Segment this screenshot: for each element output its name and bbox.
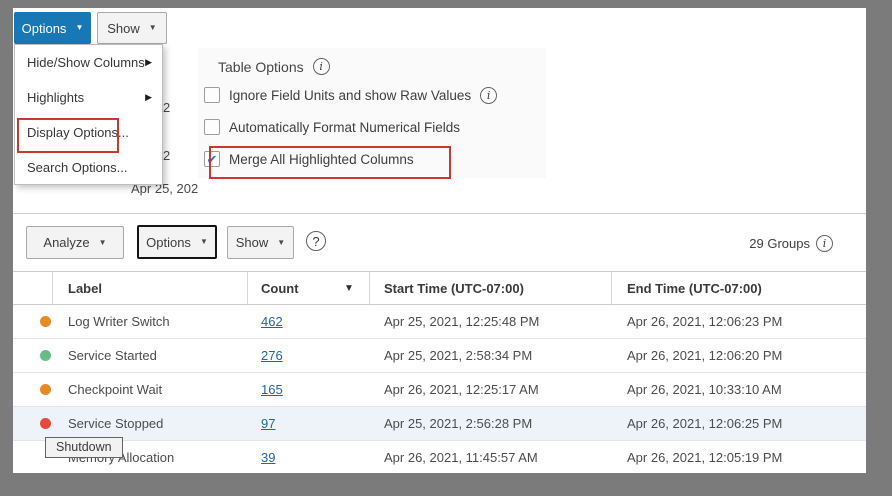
analyze-button-label: Analyze — [43, 235, 89, 250]
table-row[interactable]: Service Stopped 97 Apr 25, 2021, 2:56:28 P… — [13, 407, 866, 441]
cell-end-time: Apr 26, 2021, 12:06:25 PM — [627, 407, 782, 440]
menu-item-hide-show-columns[interactable]: Hide/Show Columns ▶ — [15, 45, 162, 80]
groups-count-label: 29 Groups — [749, 236, 810, 251]
groups-indicator: 29 Groups i — [749, 235, 833, 252]
menu-item-display-options[interactable]: Display Options... — [15, 115, 162, 150]
menu-item-search-options[interactable]: Search Options... — [15, 150, 162, 185]
checkbox-label: Automatically Format Numerical Fields — [229, 120, 460, 135]
tooltip: Shutdown — [45, 437, 123, 458]
menu-item-label: Display Options... — [27, 125, 129, 140]
menu-item-label: Hide/Show Columns — [27, 55, 145, 70]
column-header-label[interactable]: Label — [68, 272, 102, 305]
table-header-row: Label Count ▼ Start Time (UTC-07:00) End… — [13, 271, 866, 305]
table-row[interactable]: Service Started 276 Apr 25, 2021, 2:58:34 … — [13, 339, 866, 373]
column-separator — [247, 272, 248, 305]
checkbox-auto-format[interactable] — [204, 119, 220, 135]
column-separator — [611, 272, 612, 305]
status-dot-icon — [40, 350, 51, 361]
option-row-auto-format: Automatically Format Numerical Fields — [204, 118, 460, 136]
status-dot-icon — [40, 316, 51, 327]
cell-start-time: Apr 25, 2021, 2:58:34 PM — [384, 339, 532, 372]
cell-end-time: Apr 26, 2021, 10:33:10 AM — [627, 373, 782, 406]
submenu-arrow-icon: ▶ — [145, 57, 152, 68]
cell-start-time: Apr 25, 2021, 12:25:48 PM — [384, 305, 539, 338]
count-link[interactable]: 97 — [261, 407, 275, 440]
status-dot-icon — [40, 384, 51, 395]
submenu-arrow-icon: ▶ — [145, 92, 152, 103]
table-options-panel: Table Options i Ignore Field Units and s… — [198, 48, 546, 178]
options-button-top[interactable]: Options ▼ — [14, 12, 91, 44]
occluded-table-text: 2 — [163, 148, 170, 163]
count-link[interactable]: 39 — [261, 441, 275, 473]
occluded-table-text: 2 — [163, 100, 170, 115]
column-separator — [369, 272, 370, 305]
menu-item-highlights[interactable]: Highlights ▶ — [15, 80, 162, 115]
count-link[interactable]: 462 — [261, 305, 283, 338]
chevron-down-icon: ▼ — [200, 238, 208, 246]
cell-start-time: Apr 26, 2021, 11:45:57 AM — [384, 441, 538, 473]
table-row[interactable]: Log Writer Switch 462 Apr 25, 2021, 12:25:… — [13, 305, 866, 339]
column-header-start-time[interactable]: Start Time (UTC-07:00) — [384, 272, 524, 305]
content-area: Options ▼ Show ▼ 2 2 Apr 25, 202 Hide/Sh… — [13, 8, 866, 473]
column-separator — [52, 272, 53, 305]
chevron-down-icon: ▼ — [149, 24, 157, 32]
events-table-section: Analyze ▼ Options ▼ Show ▼ ? 29 Groups i — [13, 213, 866, 473]
menu-item-label: Search Options... — [27, 160, 127, 175]
cell-label: Log Writer Switch — [68, 305, 170, 338]
table-options-button[interactable]: Options ▼ — [137, 225, 217, 259]
status-dot-icon — [40, 418, 51, 429]
table-row[interactable]: Checkpoint Wait 165 Apr 26, 2021, 12:25:17… — [13, 373, 866, 407]
help-icon[interactable]: ? — [306, 231, 326, 251]
screenshot-frame: Options ▼ Show ▼ 2 2 Apr 25, 202 Hide/Sh… — [0, 0, 892, 496]
table-show-button[interactable]: Show ▼ — [227, 226, 294, 259]
option-row-merge-columns: Merge All Highlighted Columns — [204, 150, 414, 168]
checkbox-merge-columns[interactable] — [204, 151, 220, 167]
menu-item-label: Highlights — [27, 90, 84, 105]
count-link[interactable]: 165 — [261, 373, 283, 406]
count-link[interactable]: 276 — [261, 339, 283, 372]
chevron-down-icon: ▼ — [75, 24, 83, 32]
table-options-title: Table Options — [218, 59, 304, 75]
table-row[interactable]: Memory Allocation39Apr 26, 2021, 11:45:5… — [13, 441, 866, 473]
show-button-top[interactable]: Show ▼ — [97, 12, 167, 44]
checkbox-label: Merge All Highlighted Columns — [229, 152, 414, 167]
options-dropdown-menu: Hide/Show Columns ▶ Highlights ▶ Display… — [14, 44, 163, 185]
checkbox-label: Ignore Field Units and show Raw Values — [229, 88, 471, 103]
cell-start-time: Apr 25, 2021, 2:56:28 PM — [384, 407, 532, 440]
info-icon[interactable]: i — [480, 87, 497, 104]
show-button-label: Show — [107, 21, 140, 36]
option-row-ignore-field-units: Ignore Field Units and show Raw Values i — [204, 86, 497, 104]
info-icon[interactable]: i — [816, 235, 833, 252]
cell-end-time: Apr 26, 2021, 12:05:19 PM — [627, 441, 782, 473]
chevron-down-icon: ▼ — [99, 239, 107, 247]
sort-descending-icon[interactable]: ▼ — [344, 272, 354, 305]
column-header-end-time[interactable]: End Time (UTC-07:00) — [627, 272, 762, 305]
cell-label: Service Started — [68, 339, 157, 372]
checkbox-ignore-field-units[interactable] — [204, 87, 220, 103]
column-header-count[interactable]: Count — [261, 272, 299, 305]
cell-end-time: Apr 26, 2021, 12:06:20 PM — [627, 339, 782, 372]
cell-end-time: Apr 26, 2021, 12:06:23 PM — [627, 305, 782, 338]
options-button-label: Options — [22, 21, 67, 36]
chevron-down-icon: ▼ — [277, 239, 285, 247]
table-options-title-row: Table Options i — [218, 58, 330, 75]
table-show-button-label: Show — [236, 235, 269, 250]
analyze-button[interactable]: Analyze ▼ — [26, 226, 124, 259]
table-options-button-label: Options — [146, 235, 191, 250]
info-icon[interactable]: i — [313, 58, 330, 75]
cell-label: Checkpoint Wait — [68, 373, 162, 406]
cell-label: Service Stopped — [68, 407, 163, 440]
cell-start-time: Apr 26, 2021, 12:25:17 AM — [384, 373, 539, 406]
